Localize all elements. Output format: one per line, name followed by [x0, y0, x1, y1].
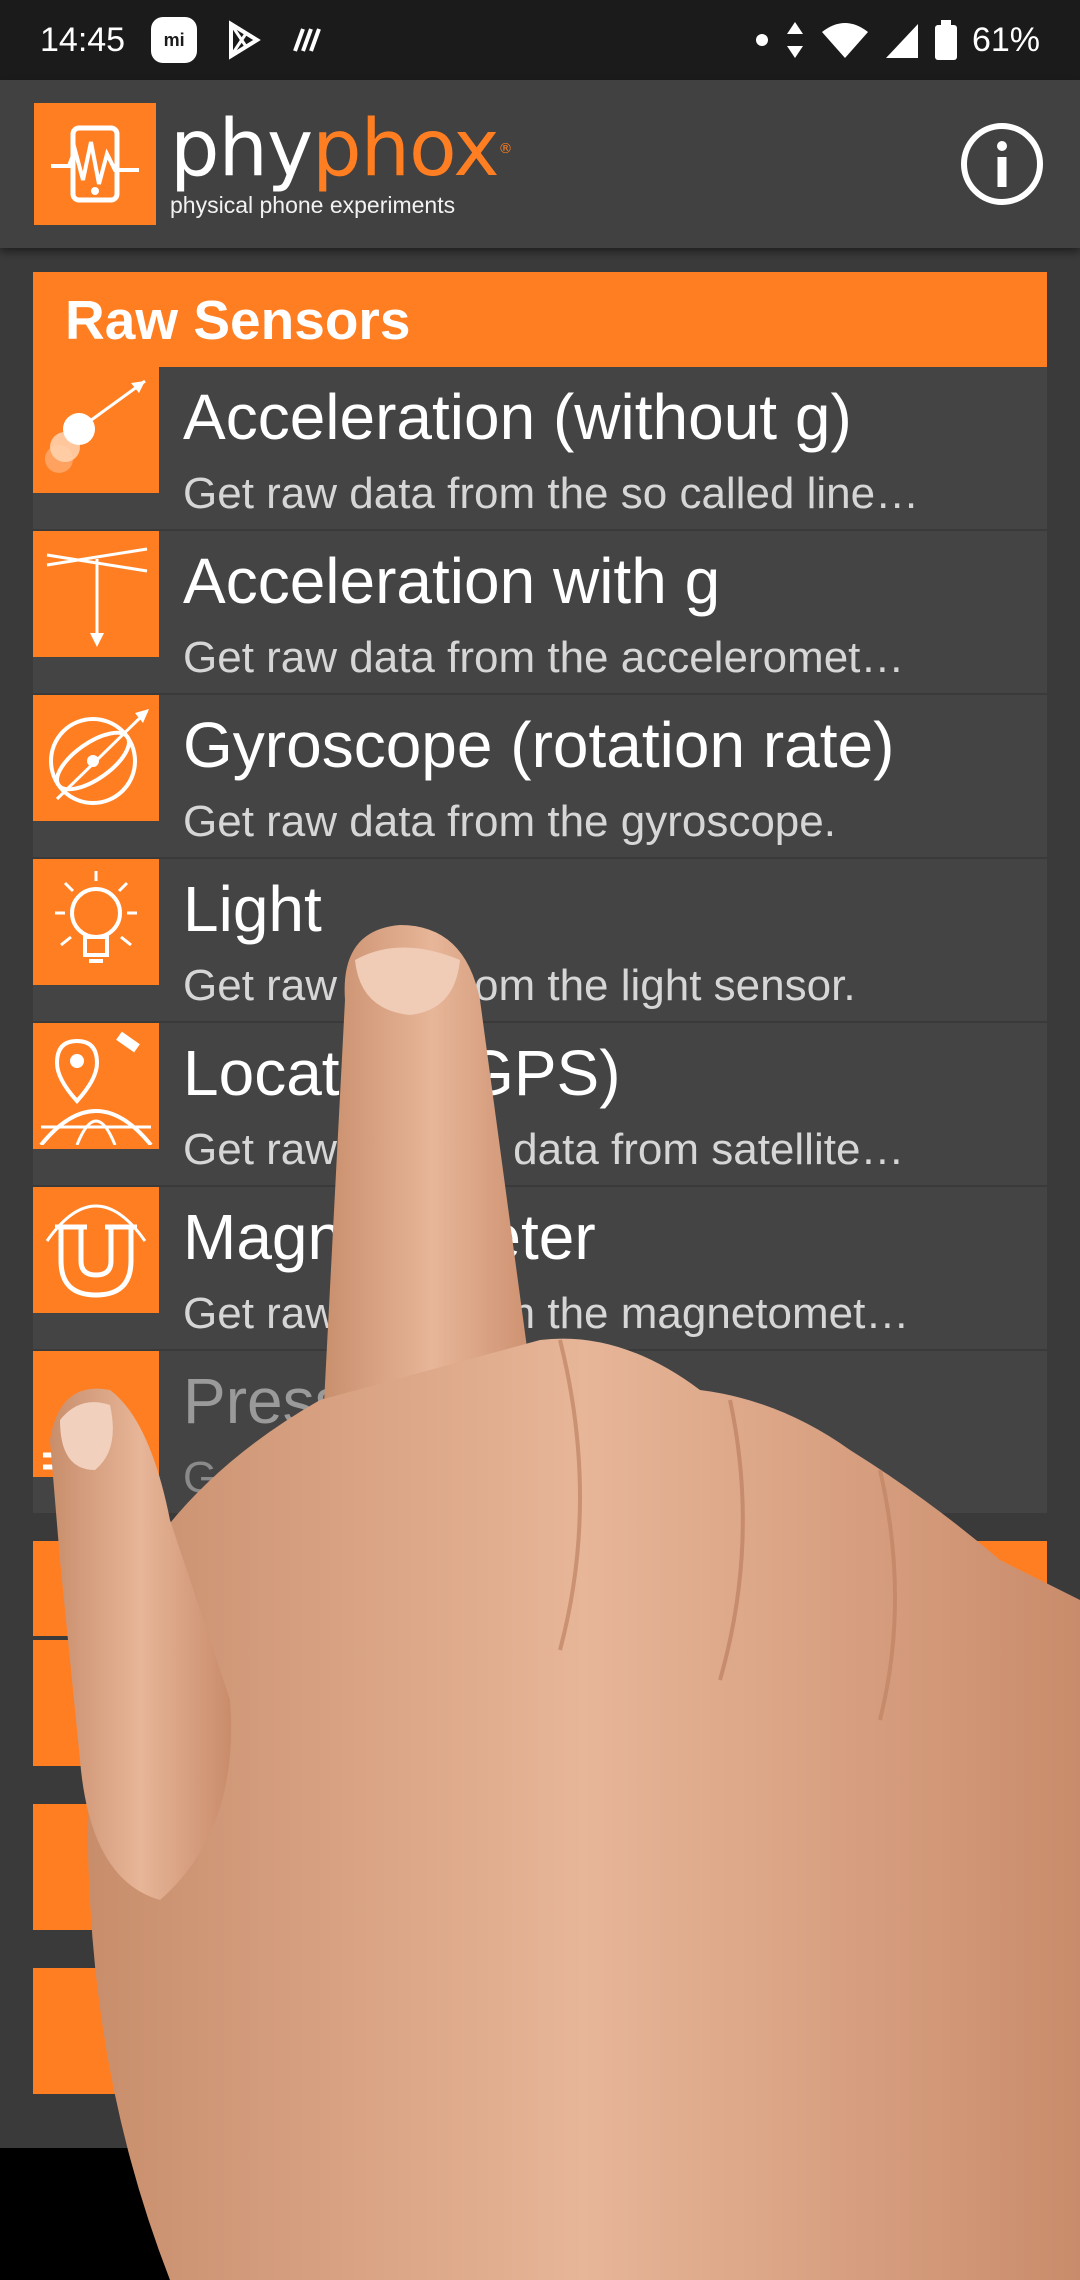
mi-icon: mi — [151, 17, 198, 63]
light-bulb-icon — [33, 859, 159, 985]
experiment-location-gps[interactable]: Location (GPS) Get raw location data fro… — [33, 1023, 1047, 1187]
experiment-light[interactable]: Light Get raw data from the light sensor… — [33, 859, 1047, 1023]
pressure-icon — [33, 1351, 159, 1477]
experiment-title: Light — [183, 873, 322, 945]
experiment-title: Acceleration (without g) — [183, 381, 852, 453]
experiment-title: Pressure — [183, 1365, 440, 1437]
signal-icon — [884, 20, 920, 60]
status-time: 14:45 — [40, 20, 126, 59]
registered-icon: ® — [498, 140, 513, 157]
experiment-description: Get raw data from the magnetomet… — [183, 1289, 910, 1338]
gyroscope-icon — [33, 695, 159, 821]
experiment-thumb[interactable] — [33, 1968, 159, 2094]
acceleration-g-icon — [33, 531, 159, 657]
navigation-bar — [0, 2148, 1080, 2280]
phyphox-logo-icon — [34, 103, 156, 225]
play-store-icon — [223, 20, 263, 60]
info-icon — [961, 123, 1043, 205]
notification-icon — [289, 25, 323, 55]
experiment-acceleration-with-g[interactable]: Acceleration with g Get raw data from th… — [33, 531, 1047, 695]
location-icon — [33, 1023, 159, 1149]
experiment-magnetometer[interactable]: Magnetometer Get raw data from the magne… — [33, 1187, 1047, 1351]
info-button[interactable] — [958, 120, 1046, 208]
experiment-gyroscope[interactable]: Gyroscope (rotation rate) Get raw data f… — [33, 695, 1047, 859]
experiment-acceleration-without-g[interactable]: Acceleration (without g) Get raw data fr… — [33, 367, 1047, 531]
dot-icon — [754, 32, 770, 48]
experiment-description: Get raw data from the so called line… — [183, 469, 920, 518]
experiment-description: Get raw data from the light sensor. — [183, 961, 856, 1010]
experiment-description: Get raw data from the gyroscope. — [183, 797, 836, 846]
experiment-list: Raw Sensors Acceleration (without g) Get… — [33, 272, 1047, 2132]
experiment-title: Acceleration with g — [183, 545, 721, 617]
experiment-thumb[interactable] — [33, 1640, 159, 1766]
category-header-raw-sensors: Raw Sensors — [33, 272, 1047, 367]
data-arrows-icon — [784, 20, 806, 60]
wifi-icon — [820, 20, 870, 60]
acceleration-icon — [33, 367, 159, 493]
experiment-title: Location (GPS) — [183, 1037, 621, 1109]
magnet-icon — [33, 1187, 159, 1313]
app-subtitle: physical phone experiments — [170, 191, 456, 218]
app-title: phyphox® physical phone experiments — [170, 110, 513, 219]
brand-name-part1: phy — [170, 103, 313, 194]
status-bar: 14:45 mi 61% — [0, 0, 1080, 80]
experiment-description: Get raw data from the barometer. — [183, 1453, 832, 1502]
experiment-pressure[interactable]: Pressure Get raw data from the barometer… — [33, 1351, 1047, 1515]
battery-percentage: 61% — [971, 20, 1040, 59]
brand-name-part2: phox — [312, 103, 499, 194]
experiment-description: Get raw data from the acceleromet… — [183, 633, 905, 682]
experiment-title: Magnetometer — [183, 1201, 596, 1273]
app-bar: phyphox® physical phone experiments — [0, 80, 1080, 248]
battery-icon — [934, 19, 958, 61]
experiment-description: Get raw location data from satellite… — [183, 1125, 905, 1174]
experiment-title: Gyroscope (rotation rate) — [183, 709, 895, 781]
experiment-thumb[interactable] — [33, 1804, 159, 1930]
category-header-second — [33, 1541, 1047, 1636]
